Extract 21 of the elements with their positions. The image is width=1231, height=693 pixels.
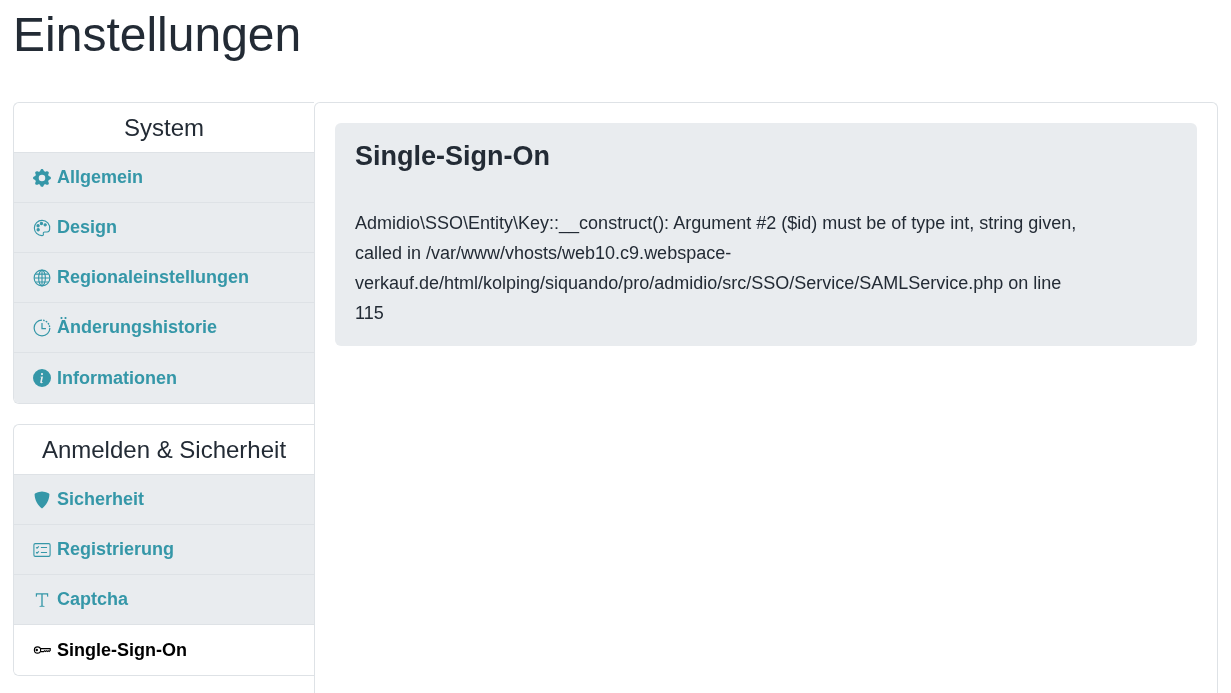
globe-icon [33,268,51,287]
nav-group-title: Anmelden & Sicherheit [41,434,287,465]
page-title: Einstellungen [13,7,302,63]
nav-item[interactable]: Änderungshistorie [14,303,314,353]
checklist-card-icon [33,540,51,559]
shield-icon [33,490,51,509]
nav-item[interactable]: Captcha [14,575,314,625]
nav-item[interactable]: Registrierung [14,525,314,575]
type-icon [33,590,51,609]
nav-item[interactable]: Informationen [14,353,314,403]
nav-item[interactable]: Sicherheit [14,475,314,525]
gear-icon [33,168,51,187]
info-icon [33,369,51,387]
nav-item[interactable]: Allgemein [14,153,314,203]
nav-item[interactable]: Design [14,203,314,253]
nav-group-title: System [124,112,204,143]
error-message: Admidio\SSO\Entity\Key::__construct(): Argument #2 ($id) must be of type int, string given, called in /var/www/vhosts/web10.c9.webspace-verkauf.de/html/kolping/siquando/pro/admidio/src/SSO/Service/SAMLService.php on line 115 [355,212,1078,325]
palette-icon [33,218,51,237]
clock-history-icon [33,318,51,337]
nav-item[interactable]: Regionaleinstellungen [14,253,314,303]
section-heading: Single-Sign-On [355,140,550,172]
